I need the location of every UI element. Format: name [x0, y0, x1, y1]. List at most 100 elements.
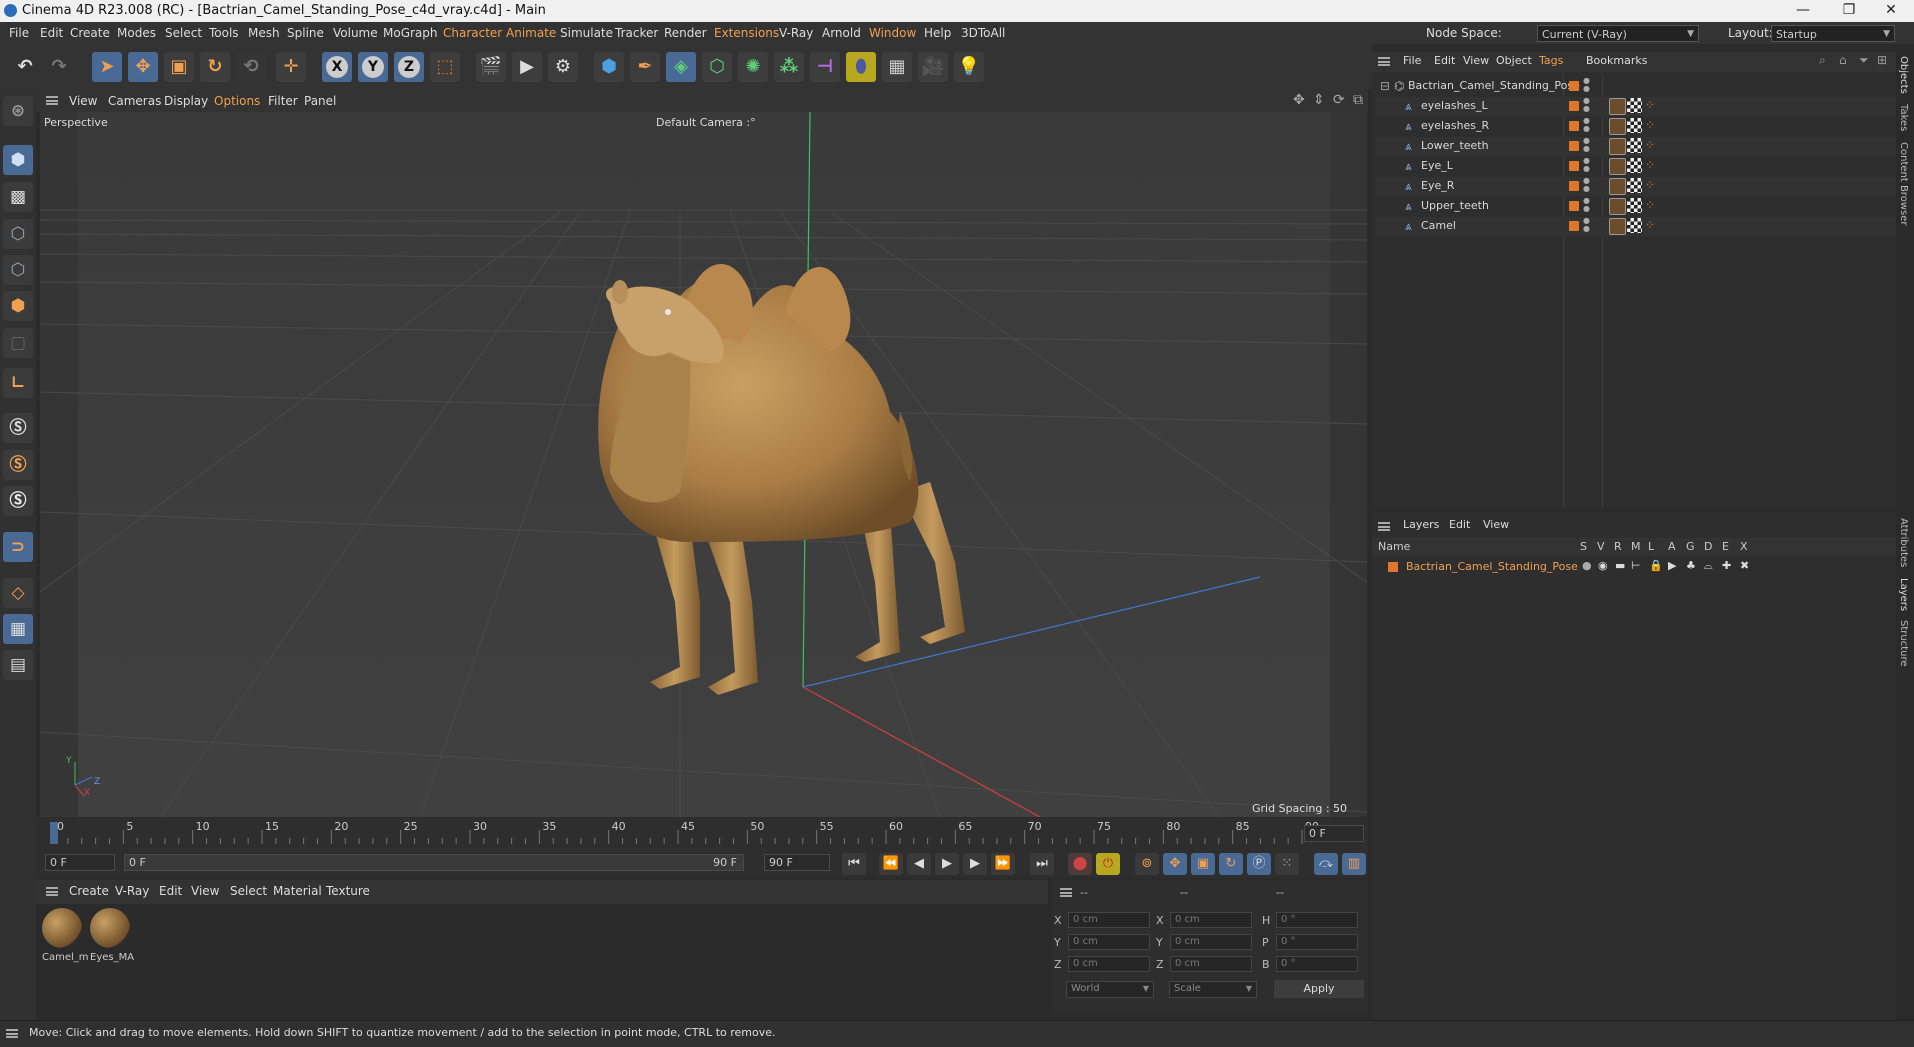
render-icon[interactable]: ▬ [1615, 559, 1625, 572]
layer-row[interactable]: Bactrian_Camel_Standing_Pose ● ◉ ▬ ⊢ 🔒 ▶… [1372, 558, 1896, 576]
render-settings-button[interactable]: ⚙ [548, 52, 578, 82]
object-row[interactable]: ⩓ eyelashes_L ● ● ⁘ [1376, 97, 1896, 116]
object-row[interactable]: ⩓ Upper_teeth ● ● ⁘ [1376, 197, 1896, 216]
texture-tag-icon[interactable] [1627, 158, 1642, 173]
object-menu-tags[interactable]: Tags [1539, 54, 1563, 67]
viewport-menu-filter[interactable]: Filter [268, 94, 298, 108]
side-tab-takes[interactable]: Takes [1898, 104, 1909, 131]
keyframe-selection-button[interactable]: ⊚ [1135, 853, 1159, 875]
autokey-button[interactable]: ⏻ [1096, 853, 1120, 875]
phong-tag-icon[interactable]: ⁘ [1645, 138, 1660, 153]
layer-col-s[interactable]: S [1580, 540, 1587, 553]
menu-select[interactable]: Select [165, 26, 202, 40]
material-menu-create[interactable]: Create [69, 884, 109, 898]
rotate-tool[interactable]: ↻ [200, 52, 230, 82]
key-rotation-button[interactable]: ↻ [1219, 853, 1243, 875]
animation-icon[interactable]: ▶ [1668, 559, 1676, 572]
workplane-button[interactable]: ◇ [3, 578, 33, 608]
render-view-button[interactable]: 🎬 [476, 52, 506, 82]
texture-tag-icon[interactable] [1627, 178, 1642, 193]
visibility-dots[interactable]: ● ● [1583, 117, 1590, 133]
texture-tag-icon[interactable] [1627, 118, 1642, 133]
vray-material-tag-icon[interactable] [1609, 198, 1626, 215]
minimize-button[interactable]: — [1780, 0, 1826, 22]
material-menu-vray[interactable]: V-Ray [115, 884, 149, 898]
menu-vray[interactable]: V-Ray [779, 26, 813, 40]
menu-mesh[interactable]: Mesh [248, 26, 280, 40]
menu-modes[interactable]: Modes [117, 26, 156, 40]
texture-mode-button[interactable]: ▩ [3, 182, 33, 212]
material-swatch[interactable]: Eyes_MA [90, 908, 134, 968]
object-menu-object[interactable]: Object [1496, 54, 1532, 67]
start-frame-field[interactable]: 0 F [45, 854, 115, 871]
side-tab-content-browser[interactable]: Content Browser [1898, 142, 1909, 225]
key-position-button[interactable]: ✥ [1163, 853, 1187, 875]
material-menu-select[interactable]: Select [230, 884, 267, 898]
pen-button[interactable]: ✒ [630, 52, 660, 82]
menu-volume[interactable]: Volume [333, 26, 378, 40]
search-icon[interactable]: ⌕ [1819, 53, 1826, 68]
menu-create[interactable]: Create [70, 26, 110, 40]
pos-z-field[interactable]: 0 cm [1068, 956, 1150, 972]
hamburger-icon[interactable] [1060, 888, 1072, 897]
xref-icon[interactable]: ✖ [1740, 559, 1749, 572]
create-tool[interactable]: ✛ [276, 52, 306, 82]
3d-viewport[interactable]: Perspective Default Camera :° Y Z X Grid… [40, 112, 1367, 817]
layer-col-d[interactable]: D [1704, 540, 1712, 553]
viewport-menu-display[interactable]: Display [164, 94, 208, 108]
eye-visible-icon[interactable]: ◉ [1598, 559, 1608, 572]
new-window-icon[interactable]: ⊞ [1877, 53, 1887, 67]
visibility-dots[interactable]: ● ● [1583, 217, 1590, 233]
menu-file[interactable]: File [9, 26, 29, 40]
menu-window[interactable]: Window [869, 26, 916, 40]
snap-button-1[interactable]: Ⓢ [3, 413, 33, 443]
rot-p-field[interactable]: 0 ° [1276, 934, 1358, 950]
menu-edit[interactable]: Edit [40, 26, 63, 40]
apply-button[interactable]: Apply [1274, 980, 1364, 998]
phong-tag-icon[interactable]: ⁘ [1645, 98, 1660, 113]
toggle-view-icon[interactable]: ⧉ [1353, 92, 1363, 108]
floor-button[interactable]: ▦ [882, 52, 912, 82]
side-tab-layers[interactable]: Layers [1898, 578, 1909, 611]
timeline-window-button[interactable]: ▥ [1342, 853, 1366, 875]
vray-material-tag-icon[interactable] [1609, 138, 1626, 155]
layer-col-g[interactable]: G [1686, 540, 1695, 553]
polygons-mode-button[interactable]: ⬢ [3, 291, 33, 321]
hamburger-icon[interactable] [6, 1029, 18, 1038]
mograph-cloner-button[interactable]: ✺ [738, 52, 768, 82]
vray-material-tag-icon[interactable] [1609, 118, 1626, 135]
viewport-menu-cameras[interactable]: Cameras [108, 94, 161, 108]
phong-tag-icon[interactable]: ⁘ [1645, 118, 1660, 133]
menu-mograph[interactable]: MoGraph [383, 26, 438, 40]
layer-menu-layers[interactable]: Layers [1403, 518, 1439, 531]
redo-button[interactable]: ↷ [44, 52, 74, 82]
current-frame-field[interactable]: 0 F [1304, 825, 1364, 842]
object-row[interactable]: ⩓ Eye_L ● ● ⁘ [1376, 157, 1896, 176]
next-frame-button[interactable]: ▶ [963, 853, 987, 875]
key-parameter-button[interactable]: Ⓟ [1247, 853, 1271, 875]
locked-workplane-button[interactable]: ▤ [3, 650, 33, 680]
layer-col-v[interactable]: V [1597, 540, 1605, 553]
z-axis-lock[interactable]: Z [394, 52, 424, 82]
record-keys-button[interactable]: ⬤ [1068, 853, 1092, 875]
visibility-dots[interactable]: ● ● [1583, 97, 1590, 113]
hamburger-icon[interactable] [1378, 57, 1390, 66]
side-tab-objects[interactable]: Objects [1898, 56, 1909, 94]
manager-icon[interactable]: ⊢ [1631, 559, 1641, 572]
viewport-menu-view[interactable]: View [69, 94, 97, 108]
object-row[interactable]: ⩓ Lower_teeth ● ● ⁘ [1376, 137, 1896, 156]
make-editable-button[interactable]: ⊛ [3, 96, 33, 126]
light-button[interactable]: 💡 [954, 52, 984, 82]
menu-extensions[interactable]: Extensions [714, 26, 779, 40]
texture-tag-icon[interactable] [1627, 198, 1642, 213]
layer-menu-edit[interactable]: Edit [1449, 518, 1470, 531]
layer-menu-view[interactable]: View [1483, 518, 1509, 531]
maximize-button[interactable]: ❐ [1826, 0, 1872, 22]
node-space-dropdown[interactable]: Current (V-Ray) ▼ [1537, 25, 1699, 42]
menu-arnold[interactable]: Arnold [822, 26, 861, 40]
phong-tag-icon[interactable]: ⁘ [1645, 198, 1660, 213]
edges-mode-button[interactable]: ⬡ [3, 255, 33, 285]
menu-3dtoall[interactable]: 3DToAll [961, 26, 1005, 40]
object-row[interactable]: ⩓ eyelashes_R ● ● ⁘ [1376, 117, 1896, 136]
rot-h-field[interactable]: 0 ° [1276, 912, 1358, 928]
